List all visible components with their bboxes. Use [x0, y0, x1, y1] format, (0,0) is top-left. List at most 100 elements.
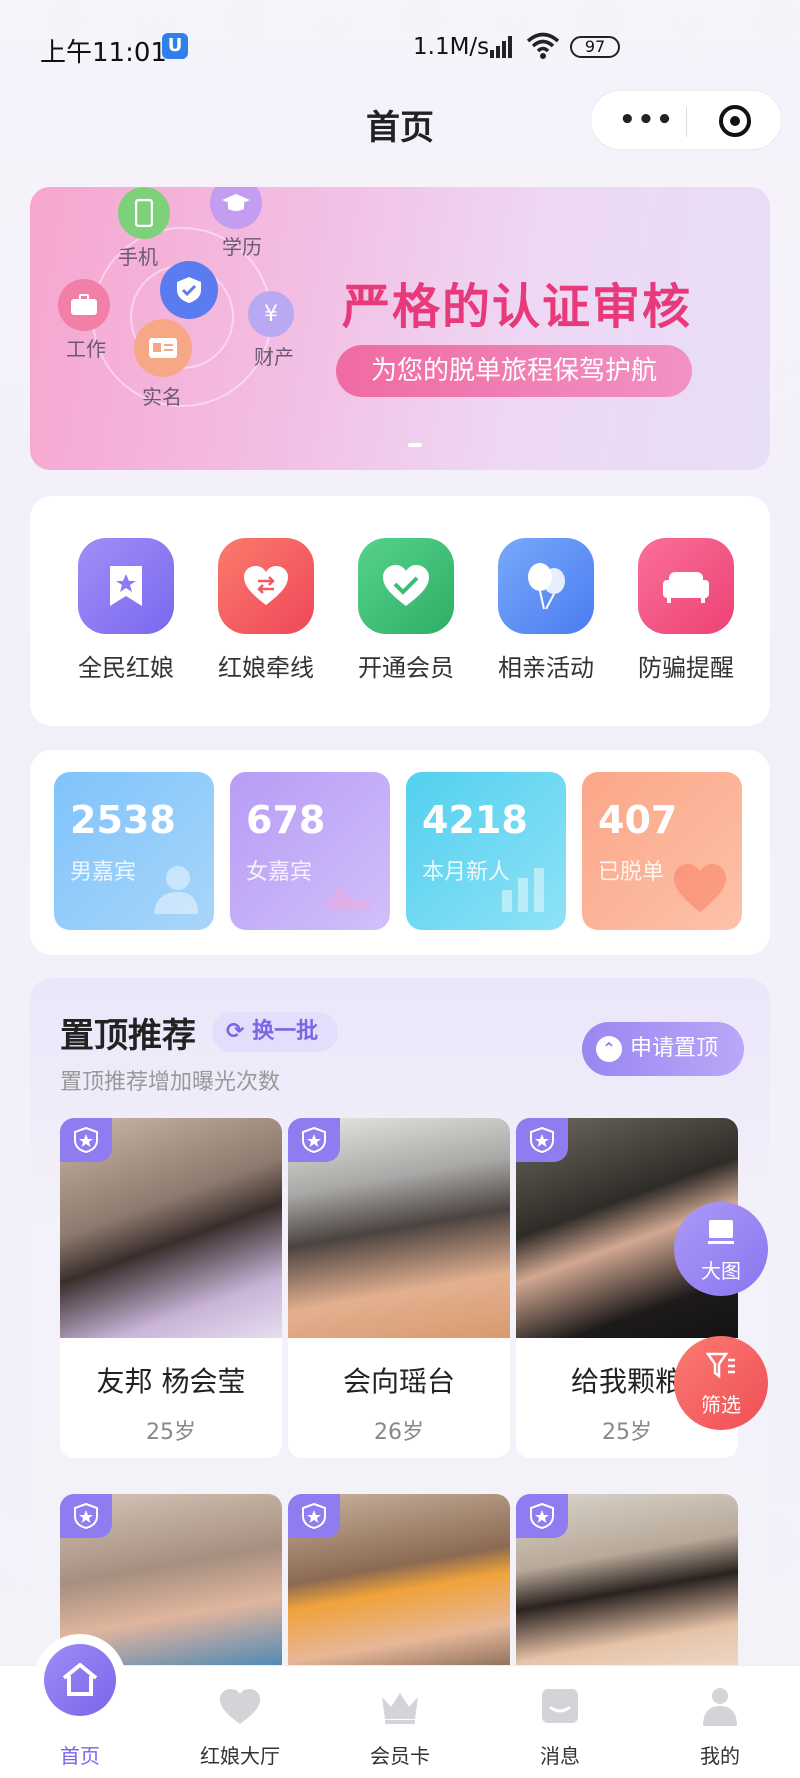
stat-label: 女嘉宾 [246, 860, 313, 885]
stat-value: 407 [598, 798, 678, 842]
apply-pin-label: 申请置顶 [630, 1036, 719, 1061]
id-card-icon [134, 319, 192, 377]
refresh-label: 换一批 [252, 1019, 319, 1044]
stat-value: 4218 [422, 798, 528, 842]
profile-age: 25岁 [146, 1420, 196, 1445]
big-view-button[interactable]: 大图 [674, 1202, 768, 1296]
filter-icon [705, 1352, 735, 1379]
feature-menu: 全民红娘 红娘牵线 开通会员 相亲活动 防骗提醒 [30, 496, 770, 726]
tab-matchmaker-hall[interactable]: 红娘大厅 [180, 1666, 300, 1769]
stat-label: 已脱单 [598, 860, 665, 885]
message-icon [539, 1686, 581, 1728]
tab-member-card[interactable]: 会员卡 [340, 1666, 460, 1769]
menu-label: 相亲活动 [498, 654, 594, 682]
tab-label: 首页 [60, 1744, 100, 1768]
tab-label: 消息 [540, 1744, 580, 1768]
network-speed: 1.1M/s [413, 34, 490, 60]
big-view-label: 大图 [701, 1259, 741, 1283]
menu-label: 全民红娘 [78, 654, 174, 682]
menu-item-matchmaker[interactable]: 全民红娘 [66, 538, 186, 683]
bottom-tab-bar: 首页 红娘大厅 会员卡 消息 我的 [0, 1665, 800, 1778]
signal-icon [490, 36, 512, 58]
star-bookmark-icon [78, 538, 174, 634]
filter-button[interactable]: 筛选 [674, 1336, 768, 1430]
stat-coupled[interactable]: 407 已脱单 [582, 772, 742, 930]
home-icon[interactable] [44, 1644, 116, 1716]
heart-icon [358, 538, 454, 634]
app-notification-icon: U [162, 33, 188, 59]
stats-panel: 2538 男嘉宾 678 女嘉宾 4218 本月新人 407 已脱单 [30, 750, 770, 955]
profile-photo [60, 1118, 282, 1338]
menu-item-membership[interactable]: 开通会员 [346, 538, 466, 683]
badge-label-work: 工作 [66, 337, 106, 361]
refresh-batch-button[interactable]: ⟳ 换一批 [212, 1012, 338, 1052]
refresh-icon: ⟳ [226, 1019, 253, 1044]
profile-age: 26岁 [374, 1420, 424, 1445]
high-heel-icon [326, 884, 370, 910]
section-subtitle: 置顶推荐增加曝光次数 [60, 1070, 281, 1095]
vip-badge-icon [288, 1118, 340, 1162]
phone-icon [118, 187, 170, 239]
stat-value: 678 [246, 798, 326, 842]
apply-pin-button[interactable]: ⌃ 申请置顶 [582, 1022, 744, 1076]
stat-value: 2538 [70, 798, 176, 842]
menu-label: 开通会员 [358, 654, 454, 682]
menu-item-introduction[interactable]: 红娘牵线 [206, 538, 326, 683]
user-icon [699, 1686, 741, 1728]
profile-card[interactable]: 会向瑶台 26岁 [288, 1118, 510, 1458]
sofa-icon [638, 538, 734, 634]
profile-card[interactable]: 友邦 杨会莹 25岁 [60, 1118, 282, 1458]
banner-headline: 严格的认证审核 [342, 279, 693, 335]
tab-label: 红娘大厅 [200, 1744, 280, 1768]
filter-label: 筛选 [701, 1393, 741, 1417]
more-icon[interactable]: ••• [619, 107, 675, 133]
vip-badge-icon [60, 1118, 112, 1162]
vip-badge-icon [60, 1494, 112, 1538]
vip-badge-icon [288, 1494, 340, 1538]
stat-female-guests[interactable]: 678 女嘉宾 [230, 772, 390, 930]
large-view-icon [708, 1220, 734, 1244]
crown-icon [379, 1686, 421, 1728]
shield-icon [160, 261, 218, 319]
section-title: 置顶推荐 [60, 1016, 196, 1056]
badge-label-education: 学历 [222, 235, 262, 259]
profile-name: 友邦 杨会莹 [96, 1365, 246, 1398]
profile-photo [288, 1118, 510, 1338]
yuan-icon: ¥ [248, 291, 294, 337]
verification-banner[interactable]: 手机 学历 工作 ¥ 财产 实名 严格的认证审核 为您的脱单旅程保驾护航 [30, 187, 770, 470]
menu-label: 防骗提醒 [638, 654, 734, 682]
bar-chart-icon [502, 868, 544, 912]
menu-label: 红娘牵线 [218, 654, 314, 682]
badge-label-phone: 手机 [118, 245, 158, 269]
miniprogram-capsule: ••• [590, 90, 782, 150]
balloons-icon [498, 538, 594, 634]
badge-label-realname: 实名 [142, 385, 182, 409]
tab-label: 会员卡 [370, 1744, 430, 1768]
graduation-cap-icon [210, 187, 262, 229]
close-target-icon[interactable] [719, 105, 751, 137]
menu-item-fraud-alert[interactable]: 防骗提醒 [626, 538, 746, 683]
profile-name: 会向瑶台 [342, 1365, 455, 1398]
wifi-icon [526, 32, 560, 59]
briefcase-icon [58, 279, 110, 331]
badge-label-property: 财产 [254, 345, 294, 369]
stat-male-guests[interactable]: 2538 男嘉宾 [54, 772, 214, 930]
tab-mine[interactable]: 我的 [660, 1666, 780, 1769]
status-bar: 上午11:01 U 1.1M/s 97 [0, 0, 800, 100]
stat-new-this-month[interactable]: 4218 本月新人 [406, 772, 566, 930]
tab-label: 我的 [700, 1744, 740, 1768]
tab-messages[interactable]: 消息 [500, 1666, 620, 1769]
carousel-indicator [408, 443, 422, 447]
status-time: 上午11:01 [40, 38, 167, 68]
vip-badge-icon [516, 1118, 568, 1162]
stat-label: 男嘉宾 [70, 860, 137, 885]
vip-badge-icon [516, 1494, 568, 1538]
capsule-divider [686, 107, 687, 137]
heart-exchange-icon [218, 538, 314, 634]
heart-icon [674, 864, 726, 912]
heart-icon [219, 1686, 261, 1728]
battery-indicator: 97 [570, 36, 620, 58]
male-user-icon [154, 866, 198, 914]
pin-icon: ⌃ [596, 1036, 622, 1062]
menu-item-events[interactable]: 相亲活动 [486, 538, 606, 683]
